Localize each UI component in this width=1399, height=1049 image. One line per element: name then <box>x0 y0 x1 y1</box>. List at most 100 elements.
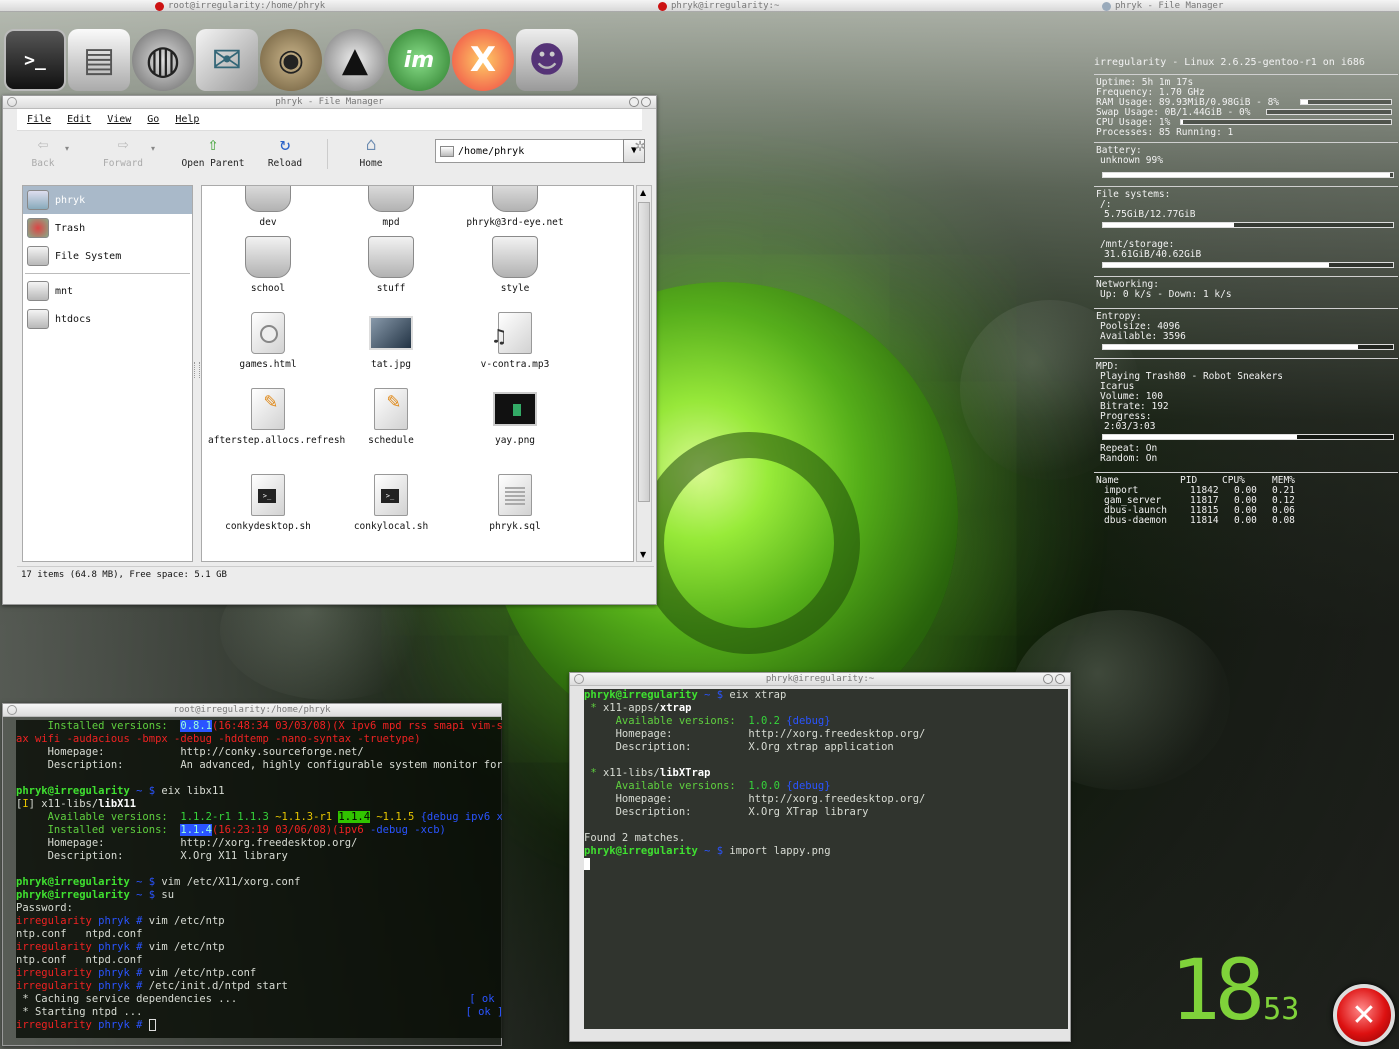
inkscape-icon[interactable]: ▲ <box>324 29 386 91</box>
pidgin-icon[interactable]: ☻ <box>516 29 578 91</box>
scrollbar-thumb[interactable] <box>638 202 650 502</box>
xchat-icon[interactable]: X <box>452 29 514 91</box>
open-parent-button[interactable]: ⇧ Open Parent <box>175 136 251 170</box>
term-text: (ipv6 <box>332 824 364 836</box>
back-history-chevron-icon[interactable]: ▾ <box>65 144 95 169</box>
term-line: Homepage: http://xorg.freedesktop.org/ <box>584 793 926 805</box>
shell-script-icon: >_ <box>258 489 276 503</box>
term-line: * Starting ntpd ... [ ok ] <box>16 1006 502 1018</box>
file-item[interactable]: tat.jpg <box>331 312 451 370</box>
window-menu-icon[interactable] <box>7 97 17 107</box>
clock-minute: 53 <box>1263 992 1300 1027</box>
file-item[interactable]: >_ conkydesktop.sh <box>208 474 328 532</box>
file-item[interactable]: phryk@3rd-eye.net <box>455 186 575 228</box>
term-prompt-user: phryk@irregularity <box>16 876 130 888</box>
file-manager-icon[interactable]: ▤ <box>68 29 130 91</box>
file-item[interactable]: school <box>208 236 328 294</box>
globe-browser-icon[interactable]: ◍ <box>132 29 194 91</box>
back-button[interactable]: ⇦ Back <box>21 136 65 170</box>
file-item[interactable]: dev <box>208 186 328 228</box>
term-text: libX11 <box>98 798 137 810</box>
open-parent-label: Open Parent <box>181 158 245 169</box>
scroll-up-icon[interactable]: ▲ <box>640 188 646 197</box>
window-titlebar[interactable]: phryk - File Manager <box>3 96 656 109</box>
menu-view[interactable]: View <box>107 114 131 125</box>
file-item[interactable]: games.html <box>208 312 328 370</box>
file-item[interactable]: stuff <box>331 236 451 294</box>
proc-cpu: 0.00 <box>1234 515 1257 526</box>
gimp-icon[interactable]: ◉ <box>260 29 322 91</box>
im-client-icon[interactable]: im <box>388 29 450 91</box>
term-line: Description: X.Org X11 library <box>16 850 288 862</box>
term-text: 1.0.0 <box>748 780 780 792</box>
reload-button[interactable]: ↻ Reload <box>251 136 319 170</box>
file-item[interactable]: style <box>455 236 575 294</box>
term-line: irregularity phryk # <box>16 1019 156 1031</box>
term-line: Homepage: http://xorg.freedesktop.org/ <box>16 837 358 849</box>
terminal-task-icon <box>155 1 164 11</box>
term-text: Available versions: <box>584 780 749 792</box>
minimize-icon[interactable] <box>1043 674 1053 684</box>
sidebar-item-phryk[interactable]: phryk <box>23 186 192 214</box>
home-label: Home <box>359 158 383 169</box>
pane-resize-handle[interactable] <box>194 362 200 378</box>
sidebar-item-htdocs[interactable]: htdocs <box>23 305 192 333</box>
status-bar: 17 items (64.8 MB), Free space: 5.1 GB <box>17 566 654 582</box>
task-file-manager[interactable]: phryk - File Manager <box>1102 0 1223 12</box>
menu-bar: File Edit View Go Help <box>17 109 642 131</box>
term-prompt-user: phryk@irregularity <box>16 785 130 797</box>
sidebar-item-trash[interactable]: Trash <box>23 214 192 242</box>
menu-edit[interactable]: Edit <box>67 114 91 125</box>
sidebar-item-label: Trash <box>55 222 86 234</box>
terminal-icon[interactable]: >_ <box>4 29 66 91</box>
text-lines-icon <box>505 487 525 489</box>
term-prompt-path: ~ $ <box>697 689 730 701</box>
home-button[interactable]: ⌂ Home <box>346 136 396 170</box>
html-file-icon <box>251 312 285 354</box>
term-line: Description: An advanced, highly configu… <box>16 759 502 771</box>
window-title: phryk - File Manager <box>275 97 384 107</box>
forward-button[interactable]: ⇨ Forward <box>95 136 151 170</box>
menu-go[interactable]: Go <box>147 114 159 125</box>
file-name: style <box>500 283 530 294</box>
menu-help[interactable]: Help <box>175 114 199 125</box>
task-root-terminal[interactable]: root@irregularity:/home/phryk <box>155 0 325 12</box>
sidebar-item-file-system[interactable]: File System <box>23 242 192 270</box>
file-item[interactable]: ✎ afterstep.allocs.refresh <box>208 388 345 446</box>
exit-icon[interactable]: ✕ <box>1333 984 1395 1046</box>
vertical-scrollbar[interactable]: ▲ ▼ <box>636 185 652 562</box>
text-file-icon: ✎ <box>251 388 285 430</box>
root-terminal-output[interactable]: Installed versions: 0.8.1(16:48:34 03/03… <box>16 720 502 1038</box>
sidebar-item-mnt[interactable]: mnt <box>23 277 192 305</box>
window-titlebar[interactable]: root@irregularity:/home/phryk <box>3 704 501 717</box>
drive-icon <box>27 246 49 266</box>
mail-client-icon[interactable]: ✉ <box>196 29 258 91</box>
minimize-icon[interactable] <box>629 97 639 107</box>
ram-bar <box>1300 99 1392 105</box>
close-icon[interactable] <box>641 97 651 107</box>
conky-divider <box>1094 186 1398 187</box>
close-icon[interactable] <box>1055 674 1065 684</box>
file-item[interactable]: ♫ v-contra.mp3 <box>455 312 575 370</box>
user-terminal-output[interactable]: phryk@irregularity ~ $ eix xtrap * x11-a… <box>584 689 1068 1029</box>
file-item[interactable]: >_ conkylocal.sh <box>331 474 451 532</box>
task-user-terminal[interactable]: phryk@irregularity:~ <box>658 0 779 12</box>
conky-divider <box>1094 276 1398 277</box>
location-entry[interactable]: /home/phryk ▼ <box>435 139 645 163</box>
forward-history-chevron-icon[interactable]: ▾ <box>151 144 175 169</box>
window-menu-icon[interactable] <box>574 674 584 684</box>
headphones-icon: ♫ <box>493 324 506 348</box>
file-name: schedule <box>368 435 414 446</box>
term-line: irregularity phryk # vim /etc/ntp <box>16 915 225 927</box>
window-menu-icon[interactable] <box>7 705 17 715</box>
window-titlebar[interactable]: phryk@irregularity:~ <box>570 673 1070 686</box>
menu-file[interactable]: File <box>27 114 51 125</box>
file-item[interactable]: yay.png <box>455 388 575 446</box>
term-prompt-path: phryk # <box>91 941 149 953</box>
scroll-down-icon[interactable]: ▼ <box>640 550 646 559</box>
status-ok: [ ok ] <box>465 1006 502 1018</box>
file-item[interactable]: mpd <box>331 186 451 228</box>
file-item[interactable]: ✎ schedule <box>331 388 451 446</box>
file-item[interactable]: phryk.sql <box>455 474 575 532</box>
term-command: eix libx11 <box>161 785 225 797</box>
